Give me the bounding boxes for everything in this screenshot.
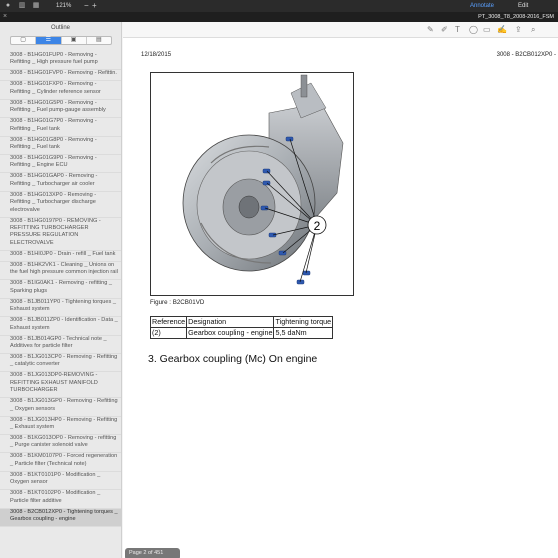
outline-item[interactable]: 3008 - B1JG013DP0-REMOVING - REFITTING E… bbox=[0, 372, 121, 399]
zoom-level[interactable]: 121% bbox=[56, 1, 71, 11]
outline-item[interactable]: 3008 - B1HG01FUP0 - Removing - Refitting… bbox=[0, 52, 121, 71]
outline-item[interactable]: 3008 - B1JB014GP0 - Technical note _ Add… bbox=[0, 336, 121, 354]
outline-item[interactable]: 3008 - B1KM0107P0 - Forced regeneration … bbox=[0, 453, 121, 472]
outline-item[interactable]: 3008 - B1HI0JP0 - Drain - refill _ Fuel … bbox=[0, 251, 121, 262]
outline-item[interactable]: 3008 - B1KT0102P0 - Modification _ Parti… bbox=[0, 490, 121, 509]
markup-toolbar: ✎ ✐ T ◯ ▭ ✍ ⇪ ⌕ bbox=[123, 22, 558, 38]
bookmarks-view-icon[interactable]: ▣ bbox=[62, 37, 87, 44]
torque-table: Reference Designation Tightening torque … bbox=[149, 316, 334, 339]
outline-item[interactable]: 3008 - B1HG01GAP0 - Removing - Refitting… bbox=[0, 173, 121, 192]
table-header-reference: Reference bbox=[149, 316, 188, 328]
table-header-row: Reference Designation Tightening torque bbox=[149, 316, 334, 328]
figure-caption: Figure : B2CB01VD bbox=[150, 299, 205, 306]
outline-item[interactable]: 3008 - B1HG01G8P0 - Removing - Refitting… bbox=[0, 137, 121, 156]
outline-item[interactable]: 3008 - B1HG013XP0 - Removing - Refitting… bbox=[0, 192, 121, 218]
tab-close-icon[interactable]: × bbox=[3, 12, 7, 22]
shape-icon[interactable]: ◯ bbox=[469, 25, 478, 35]
outline-item[interactable]: 3008 - B1HG01FVP0 - Removing - Refittin. bbox=[0, 70, 121, 82]
pen-icon[interactable]: ✎ bbox=[427, 25, 434, 35]
table-header-torque: Tightening torque bbox=[273, 316, 334, 328]
document-page: ✎ ✐ T ◯ ▭ ✍ ⇪ ⌕ 12/18/2015 3008 - B2CB01… bbox=[123, 22, 558, 558]
annotate-button[interactable]: Annotate bbox=[470, 1, 494, 11]
sidebar-title: Outline bbox=[50, 25, 70, 31]
edit-button[interactable]: Edit bbox=[518, 1, 528, 11]
view-mode-switcher: ▢ ☰ ▣ ▤ bbox=[10, 36, 112, 45]
zoom-in-button[interactable]: + bbox=[92, 0, 97, 11]
thumbnails-view-icon[interactable]: ▢ bbox=[11, 37, 37, 44]
table-row: (2) Gearbox coupling - engine 5,5 daNm bbox=[149, 327, 334, 339]
table-cell-torque: 5,5 daNm bbox=[273, 327, 334, 339]
top-toolbar: ● ▥ ▦ 121% − + Annotate Edit bbox=[0, 0, 558, 12]
outline-item[interactable]: 3008 - B1HG01G5P0 - Removing - Refitting… bbox=[0, 100, 121, 119]
search-icon[interactable]: ⌕ bbox=[531, 25, 535, 35]
outline-item[interactable]: 3008 - B1HK2VK1 - Cleaning _ Unions on t… bbox=[0, 262, 121, 281]
zoom-out-button[interactable]: − bbox=[84, 0, 89, 11]
outline-item[interactable]: 3008 - B2CB012XP0 - Tightening torques _… bbox=[0, 508, 121, 527]
text-box-icon[interactable]: T bbox=[455, 25, 460, 35]
page-doc-reference: 3008 - B2CB012XP0 - bbox=[496, 52, 556, 58]
table-cell-reference: (2) bbox=[149, 327, 188, 339]
outline-item[interactable]: 3008 - B1JB011ZP0 - Identification - Dat… bbox=[0, 317, 121, 336]
share-icon[interactable]: ⇪ bbox=[515, 25, 522, 35]
outline-item[interactable]: 3008 - B1JB011YP0 - Tightening torques _… bbox=[0, 299, 121, 318]
annotations-view-icon[interactable]: ▤ bbox=[87, 37, 111, 44]
outline-list: 3008 - B1HG01FUP0 - Removing - Refitting… bbox=[0, 52, 121, 527]
outline-view-icon[interactable]: ☰ bbox=[36, 37, 62, 44]
gearbox-illustration: 2 bbox=[182, 74, 344, 285]
outline-item[interactable]: 3008 - B1IG0AK1 - Removing - refitting _… bbox=[0, 280, 121, 299]
window-controls-icon[interactable]: ● bbox=[4, 2, 12, 10]
table-header-designation: Designation bbox=[186, 316, 275, 328]
outline-item[interactable]: 3008 - B1KT0101P0 - Modification _ Oxyge… bbox=[0, 472, 121, 491]
outline-item[interactable]: 3008 - B1HG01G7P0 - Removing - Refitting… bbox=[0, 118, 121, 137]
tab-bar: × PT_3008_T8_2008-2016_FSM bbox=[0, 12, 558, 22]
gearbox-figure: 2 bbox=[150, 72, 354, 296]
outline-item[interactable]: 3008 - B1KG013OP0 - Removing - refitting… bbox=[0, 435, 121, 454]
grid-view-icon[interactable]: ▦ bbox=[32, 2, 40, 10]
outline-item[interactable]: 3008 - B1HG01FXP0 - Removing - Refitting… bbox=[0, 81, 121, 100]
page-indicator: Page 2 of 451 bbox=[125, 548, 180, 558]
tab-document-title[interactable]: PT_3008_T8_2008-2016_FSM bbox=[478, 12, 554, 22]
note-icon[interactable]: ▭ bbox=[483, 25, 491, 35]
outline-item[interactable]: 3008 - B1JG013GP0 - Removing - Refitting… bbox=[0, 398, 121, 417]
outline-sidebar: Outline ▢ ☰ ▣ ▤ 3008 - B1HG01FUP0 - Remo… bbox=[0, 22, 122, 558]
highlight-icon[interactable]: ✐ bbox=[441, 25, 448, 35]
callout-number: 2 bbox=[314, 219, 321, 233]
signature-icon[interactable]: ✍ bbox=[497, 25, 507, 35]
table-cell-designation: Gearbox coupling - engine bbox=[186, 327, 275, 339]
sidebar-toggle-icon[interactable]: ▥ bbox=[18, 2, 26, 10]
outline-item[interactable]: 3008 - B1JG013HP0 - Removing - Refitting… bbox=[0, 417, 121, 435]
section-heading: 3. Gearbox coupling (Mc) On engine bbox=[148, 353, 318, 365]
outline-item[interactable]: 3008 - B1JG013CP0 - Removing - Refitting… bbox=[0, 354, 121, 373]
outline-item[interactable]: 3008 - B1HG01G9P0 - Removing - Refitting… bbox=[0, 155, 121, 174]
page-date: 12/18/2015 bbox=[141, 52, 172, 58]
outline-item[interactable]: 3008 - B1HG0197P0 - REMOVING - REFITTING… bbox=[0, 218, 121, 251]
